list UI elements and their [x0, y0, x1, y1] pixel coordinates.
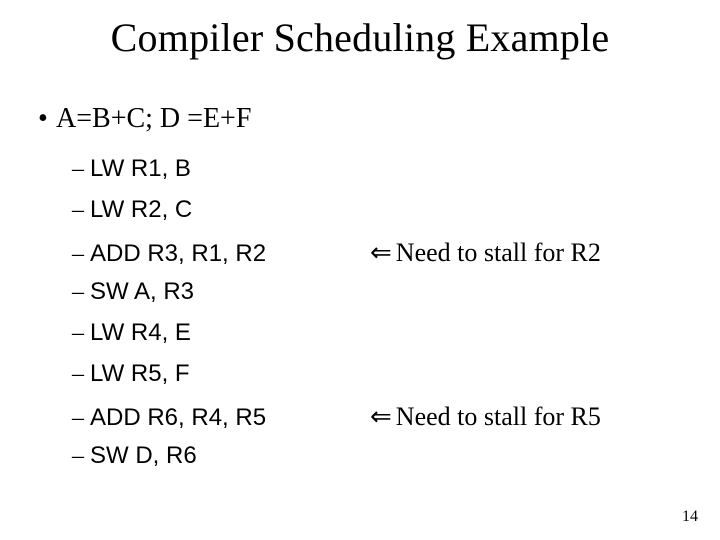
dash-icon: –: [72, 197, 90, 224]
note-text: ⇐Need to stall for R2: [370, 237, 670, 268]
instruction-text: ADD R3, R1, R2: [90, 240, 370, 268]
page-number: 14: [682, 508, 698, 526]
dash-icon: –: [72, 320, 90, 347]
left-arrow-icon: ⇐: [370, 237, 396, 267]
slide-title: Compiler Scheduling Example: [0, 14, 720, 61]
dash-icon: –: [72, 361, 90, 388]
dash-icon: –: [72, 405, 90, 432]
instruction-text: ADD R6, R4, R5: [90, 404, 370, 432]
instruction-text: LW R4, E: [90, 319, 370, 347]
bullet-text: A=B+C; D =E+F: [56, 103, 251, 134]
main-bullet: •A=B+C; D =E+F: [38, 103, 251, 135]
note-text: ⇐Need to stall for R5: [370, 401, 670, 432]
instruction-text: LW R2, C: [90, 196, 370, 224]
dash-icon: –: [72, 443, 90, 470]
instruction-text: SW A, R3: [90, 278, 370, 306]
list-item: – ADD R3, R1, R2 ⇐Need to stall for R2: [72, 237, 670, 278]
instruction-text: SW D, R6: [90, 442, 370, 470]
dash-icon: –: [72, 279, 90, 306]
list-item: – LW R5, F: [72, 360, 670, 401]
note-label: Need to stall for R5: [396, 402, 601, 431]
slide: Compiler Scheduling Example •A=B+C; D =E…: [0, 0, 720, 540]
instruction-text: LW R1, B: [90, 155, 370, 183]
instruction-text: LW R5, F: [90, 360, 370, 388]
bullet-dot: •: [38, 103, 56, 135]
instruction-list: – LW R1, B – LW R2, C – ADD R3, R1, R2 ⇐…: [72, 155, 670, 483]
dash-icon: –: [72, 241, 90, 268]
list-item: – LW R1, B: [72, 155, 670, 196]
list-item: – LW R4, E: [72, 319, 670, 360]
list-item: – SW A, R3: [72, 278, 670, 319]
list-item: – LW R2, C: [72, 196, 670, 237]
dash-icon: –: [72, 156, 90, 183]
list-item: – SW D, R6: [72, 442, 670, 483]
note-label: Need to stall for R2: [396, 238, 601, 267]
left-arrow-icon: ⇐: [370, 401, 396, 431]
list-item: – ADD R6, R4, R5 ⇐Need to stall for R5: [72, 401, 670, 442]
